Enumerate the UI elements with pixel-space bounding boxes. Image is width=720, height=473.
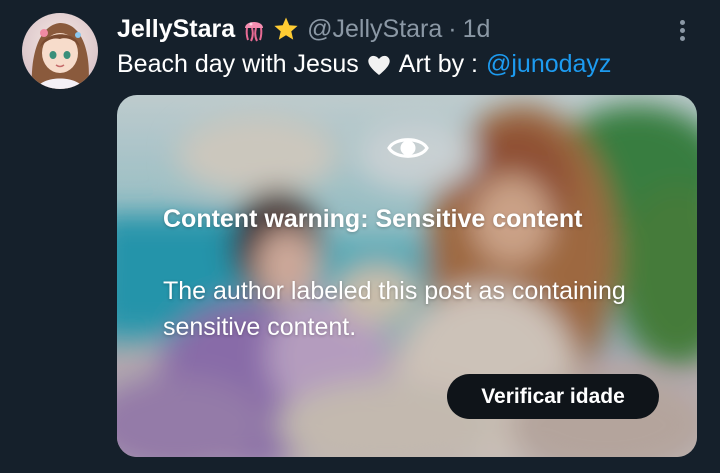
avatar[interactable] — [22, 13, 98, 89]
content-warning-body: The author labeled this post as containi… — [163, 277, 626, 341]
tweet-header: JellyStara @JellyStara · 1d — [117, 11, 490, 47]
tweet-text-end: Art by : — [398, 50, 478, 78]
eye-icon — [387, 133, 429, 163]
content-warning-title: Content warning: Sensitive content — [163, 205, 583, 233]
mention-link[interactable]: @junodayz — [486, 50, 611, 79]
user-handle[interactable]: @JellyStara — [307, 15, 442, 44]
more-options-icon[interactable] — [672, 15, 692, 45]
tweet-text-start: Beach day with Jesus — [117, 50, 359, 78]
verify-age-button[interactable]: Verificar idade — [447, 374, 659, 419]
star-icon — [273, 16, 299, 42]
separator-dot: · — [448, 14, 457, 43]
display-name[interactable]: JellyStara — [117, 15, 235, 44]
jellyfish-icon — [241, 16, 267, 42]
white-heart-icon — [365, 51, 393, 79]
tweet-text: Beach day with Jesus Art by : @junodayz — [117, 50, 611, 79]
timestamp[interactable]: 1d — [463, 15, 491, 44]
